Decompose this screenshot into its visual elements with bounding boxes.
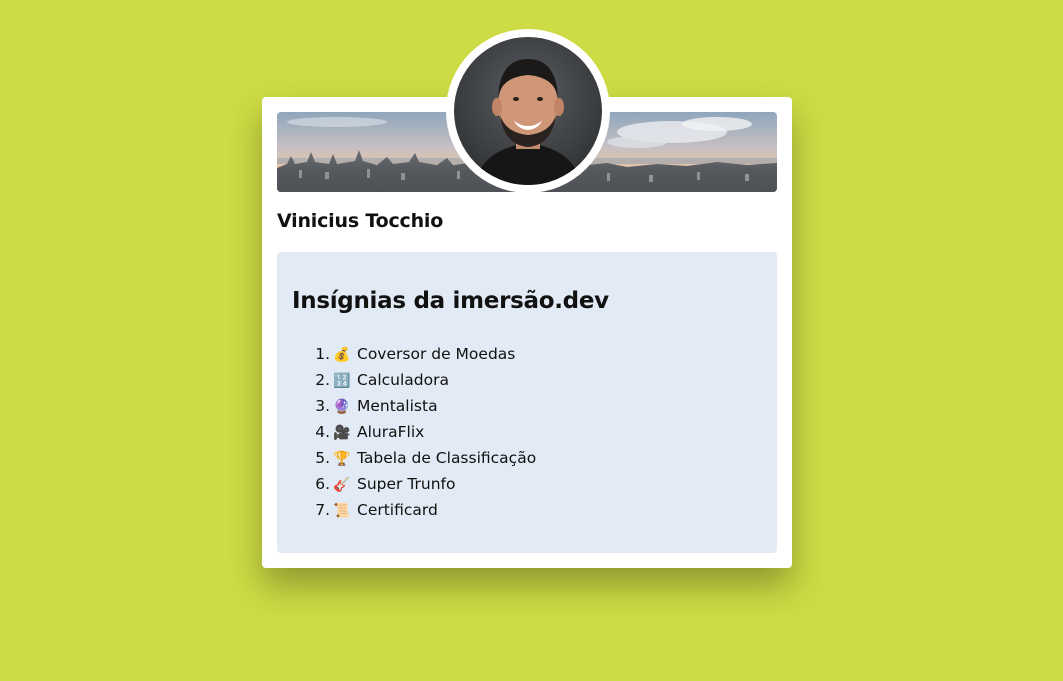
badge-label: Tabela de Classificação	[357, 449, 537, 467]
badge-label: Certificard	[357, 501, 438, 519]
numbers-icon: 🔢	[333, 373, 351, 389]
badge-item-tabela-de-classificacao: 5. 🏆 Tabela de Classificação	[301, 445, 536, 471]
badges-title: Insígnias da imersão.dev	[292, 288, 609, 314]
money-bag-icon: 💰	[333, 347, 351, 363]
badge-number: 2.	[315, 371, 330, 389]
badges-list: 1. 💰 Coversor de Moedas 2. 🔢 Calculadora 3. 🔮…	[301, 341, 536, 523]
avatar	[454, 37, 602, 185]
badge-number: 7.	[315, 501, 330, 519]
avatar-frame	[446, 29, 610, 193]
badge-number: 1.	[315, 345, 330, 363]
trophy-icon: 🏆	[333, 451, 351, 467]
badge-item-mentalista: 3. 🔮 Mentalista	[301, 393, 536, 419]
badge-item-certificard: 7. 📜 Certificard	[301, 497, 536, 523]
badge-label: Calculadora	[357, 371, 449, 389]
profile-name: Vinicius Tocchio	[277, 210, 444, 232]
badge-label: AluraFlix	[357, 423, 425, 441]
badge-number: 4.	[315, 423, 330, 441]
badge-label: Coversor de Moedas	[357, 345, 516, 363]
badge-number: 6.	[315, 475, 330, 493]
badge-item-calculadora: 2. 🔢 Calculadora	[301, 367, 536, 393]
badge-label: Super Trunfo	[357, 475, 456, 493]
badge-number: 3.	[315, 397, 330, 415]
crystal-ball-icon: 🔮	[333, 399, 351, 415]
badge-item-coversor-de-moedas: 1. 💰 Coversor de Moedas	[301, 341, 536, 367]
scroll-icon: 📜	[333, 503, 351, 519]
badges-section: Insígnias da imersão.dev 1. 💰 Coversor de …	[277, 252, 777, 553]
guitar-icon: 🎸	[333, 477, 351, 493]
badge-label: Mentalista	[357, 397, 438, 415]
badge-item-super-trunfo: 6. 🎸 Super Trunfo	[301, 471, 536, 497]
badge-number: 5.	[315, 449, 330, 467]
movie-camera-icon: 🎥	[333, 425, 351, 441]
badge-item-aluraflix: 4. 🎥 AluraFlix	[301, 419, 536, 445]
